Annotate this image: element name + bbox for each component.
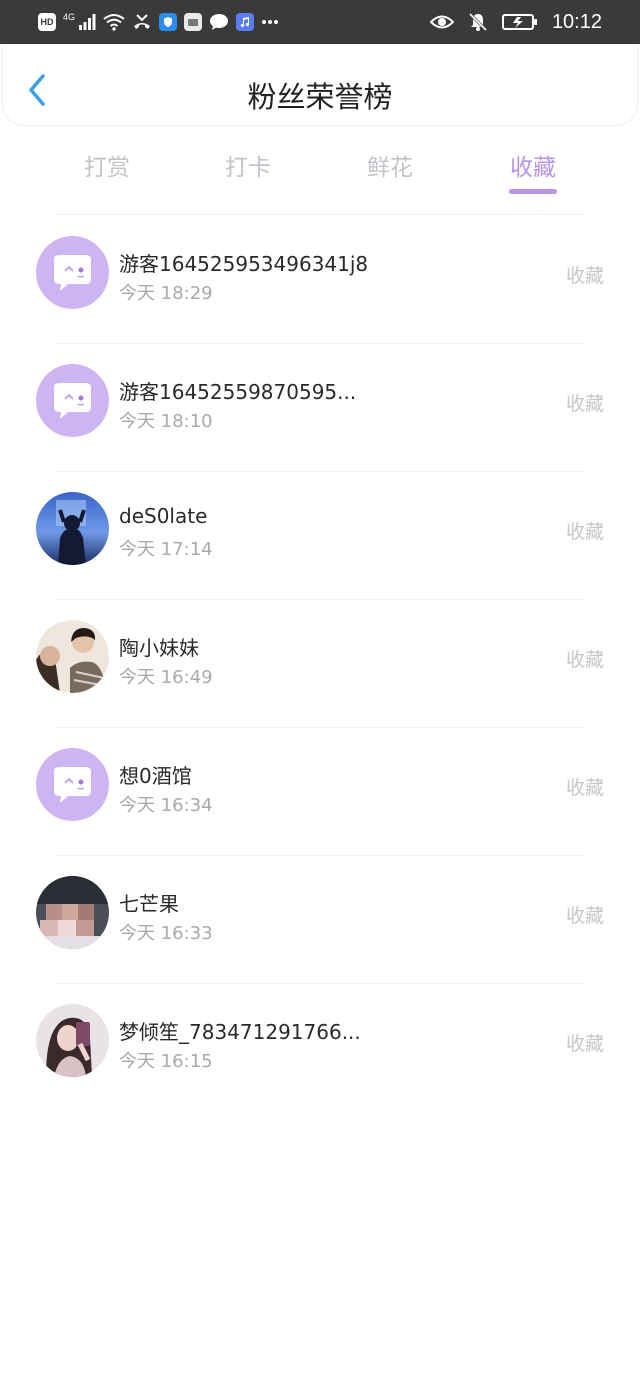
list-item[interactable]: 七芒果 今天 16:33 收藏	[0, 855, 640, 983]
user-time: 今天 16:49	[119, 667, 213, 688]
battery-icon	[501, 14, 537, 30]
user-time: 今天 16:15	[119, 1051, 213, 1072]
page-title: 粉丝荣誉榜	[247, 80, 393, 114]
user-name: deS0late	[119, 504, 208, 528]
tab-flowers[interactable]: 鲜花	[340, 148, 440, 182]
photo-avatar-icon	[36, 620, 109, 693]
avatar[interactable]	[36, 748, 109, 821]
network-label: 4G	[63, 12, 76, 22]
status-bar: HD 4G 10:12	[0, 0, 640, 44]
default-avatar-chat-icon	[36, 364, 109, 437]
user-time: 今天 17:14	[119, 539, 213, 560]
tab-tips[interactable]: 打赏	[57, 148, 157, 182]
photo-avatar-icon	[36, 492, 109, 565]
avatar[interactable]	[36, 364, 109, 437]
user-name: 游客164525953496341j8	[119, 252, 369, 276]
music-app-icon	[236, 13, 255, 31]
photo-avatar-icon	[36, 1004, 109, 1077]
more-notifications-icon	[262, 20, 279, 24]
wifi-icon	[103, 14, 125, 31]
action-label: 收藏	[565, 521, 604, 543]
user-time: 今天 16:34	[119, 795, 213, 816]
status-left: HD 4G	[38, 10, 279, 34]
photo-avatar-icon	[36, 876, 109, 949]
default-avatar-chat-icon	[36, 748, 109, 821]
clock: 10:12	[551, 10, 602, 33]
tab-bar: 打赏 打卡 鲜花 收藏	[0, 140, 640, 200]
huawei-app-icon	[184, 13, 203, 31]
shield-app-icon	[159, 13, 178, 31]
list-item[interactable]: 游客164525953496341j8 今天 18:29 收藏	[0, 215, 640, 343]
tab-active-indicator	[509, 189, 557, 194]
user-name: 七芒果	[119, 892, 179, 916]
action-label: 收藏	[565, 905, 604, 927]
action-label: 收藏	[565, 649, 604, 671]
user-time: 今天 16:33	[119, 923, 213, 944]
status-right: 10:12	[429, 8, 602, 36]
tab-checkin[interactable]: 打卡	[198, 148, 298, 182]
tab-favorites[interactable]: 收藏	[483, 148, 583, 182]
mute-bell-icon	[468, 12, 487, 32]
user-time: 今天 18:10	[119, 411, 213, 432]
action-label: 收藏	[565, 1033, 604, 1055]
avatar[interactable]	[36, 1004, 109, 1077]
default-avatar-chat-icon	[36, 236, 109, 309]
eye-comfort-icon	[429, 15, 454, 29]
list-item[interactable]: 游客16452559870595... 今天 18:10 收藏	[0, 343, 640, 471]
avatar[interactable]	[36, 236, 109, 309]
action-label: 收藏	[565, 265, 604, 287]
message-icon	[210, 14, 229, 30]
avatar[interactable]	[36, 620, 109, 693]
missed-call-icon	[134, 14, 151, 29]
user-name: 梦倾笙_783471291766...	[119, 1020, 361, 1044]
signal-icon	[79, 14, 96, 30]
hd-badge: HD	[38, 13, 56, 31]
user-name: 想0酒馆	[119, 764, 192, 788]
avatar[interactable]	[36, 492, 109, 565]
action-label: 收藏	[565, 393, 604, 415]
action-label: 收藏	[565, 777, 604, 799]
list-item[interactable]: deS0late 今天 17:14 收藏	[0, 471, 640, 599]
user-name: 陶小妹妹	[119, 636, 199, 660]
user-name: 游客16452559870595...	[119, 380, 357, 404]
list-item[interactable]: 想0酒馆 今天 16:34 收藏	[0, 727, 640, 855]
header: 粉丝荣誉榜	[2, 46, 638, 126]
user-time: 今天 18:29	[119, 283, 213, 304]
list-item[interactable]: 梦倾笙_783471291766... 今天 16:15 收藏	[0, 983, 640, 1111]
avatar[interactable]	[36, 876, 109, 949]
screen: HD 4G 10:12 粉丝荣誉榜 打赏 打卡 鲜花 收藏 游客16452595…	[0, 0, 640, 1387]
list-item[interactable]: 陶小妹妹 今天 16:49 收藏	[0, 599, 640, 727]
